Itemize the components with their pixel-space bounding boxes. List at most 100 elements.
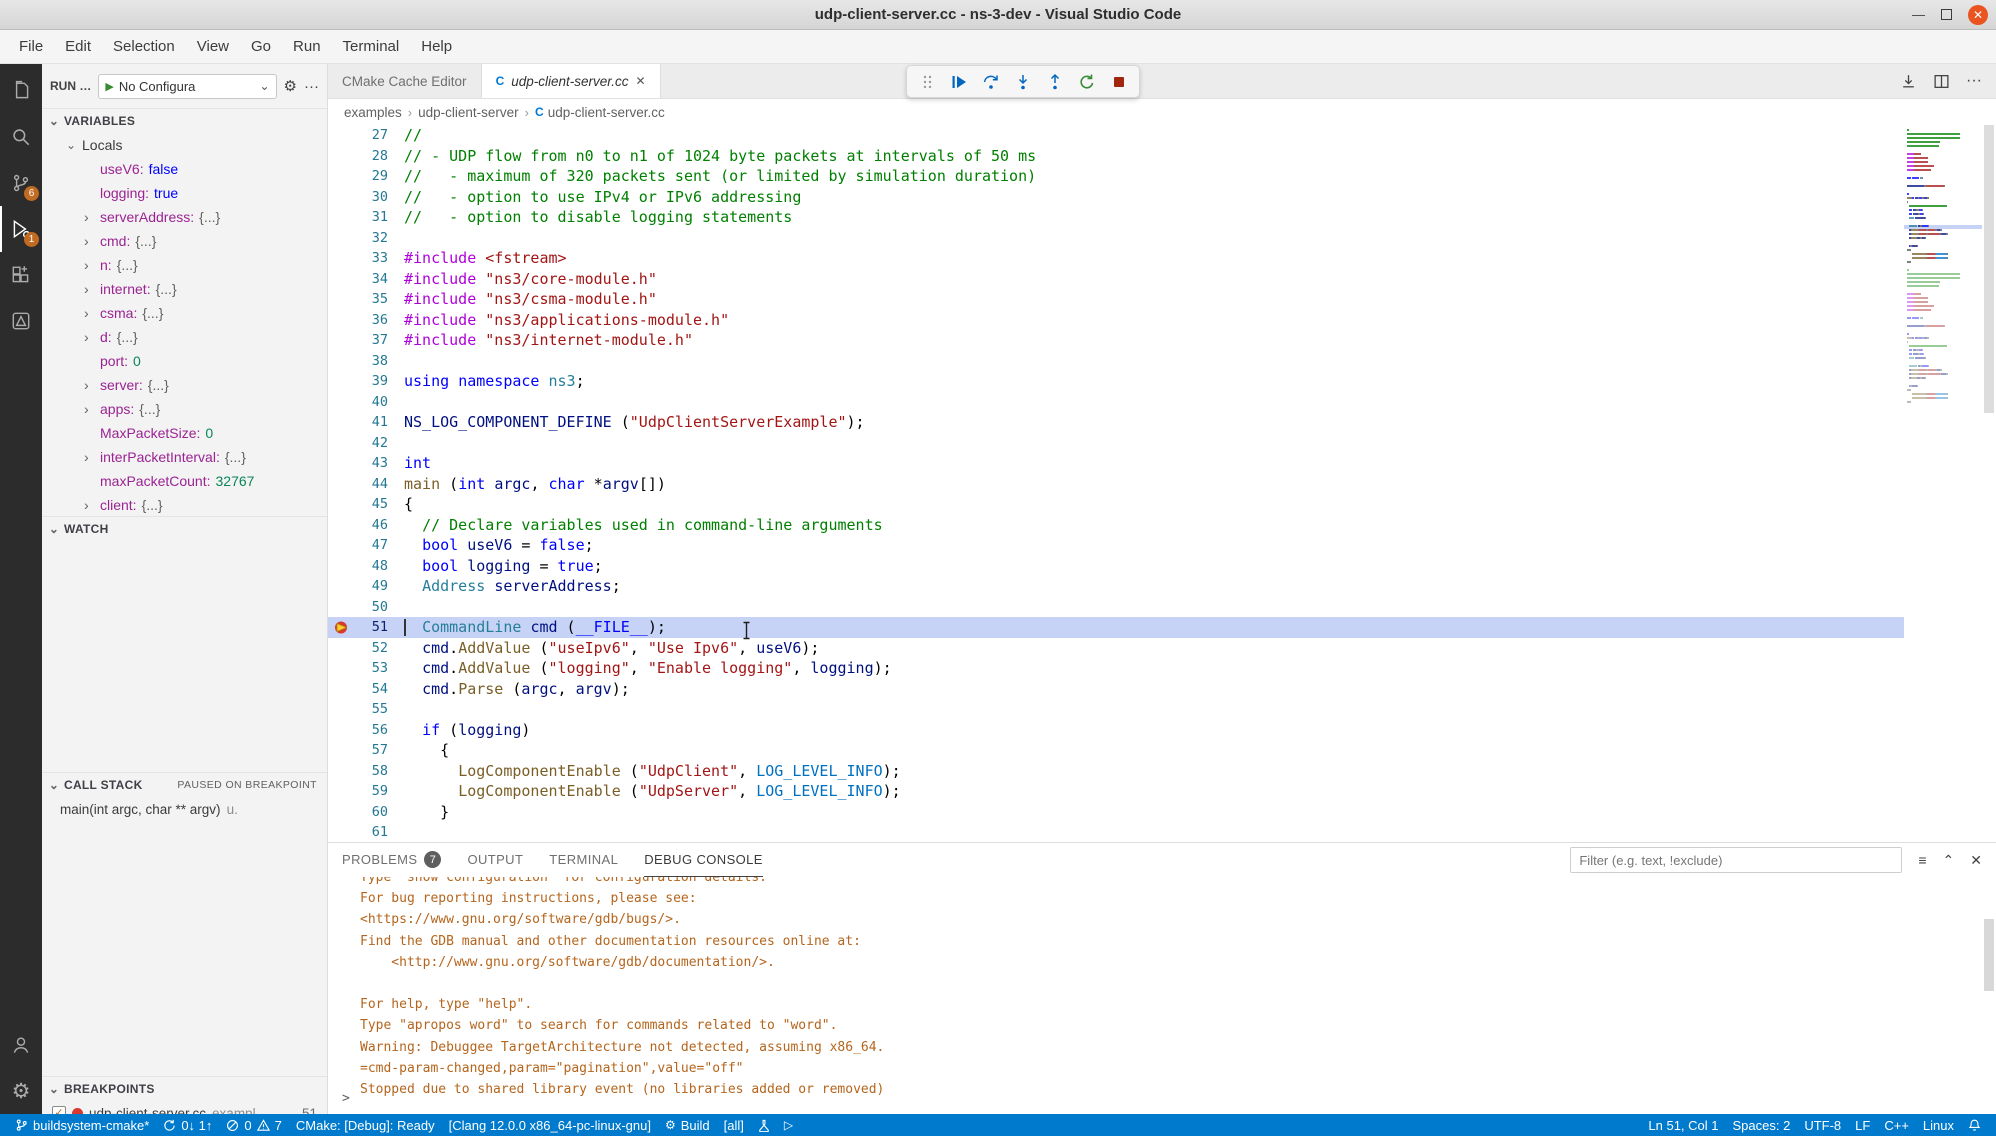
variable-row-csma[interactable]: ›csma:{...} — [42, 301, 327, 325]
restart-button[interactable] — [1075, 70, 1099, 94]
debug-configure-gear-icon[interactable]: ⚙ — [284, 77, 297, 95]
open-changes-icon[interactable] — [1900, 73, 1917, 90]
launch-item[interactable]: ▷ — [777, 1114, 800, 1136]
variable-row-cmd[interactable]: ›cmd:{...} — [42, 229, 327, 253]
code-text[interactable]: LogComponentEnable ("UdpClient", LOG_LEV… — [388, 762, 901, 780]
chevron-right-icon[interactable]: › — [84, 281, 89, 297]
split-editor-icon[interactable] — [1933, 73, 1950, 90]
breakpoints-section-header[interactable]: ⌄ BREAKPOINTS — [42, 1077, 327, 1101]
variable-row-MaxPacketSize[interactable]: MaxPacketSize:0 — [42, 421, 327, 445]
line-number[interactable]: 61 — [354, 824, 388, 840]
tab-debug-console[interactable]: DEBUG CONSOLE — [644, 843, 763, 877]
step-over-button[interactable] — [979, 70, 1003, 94]
notifications-item[interactable] — [1961, 1114, 1988, 1136]
current-line-breakpoint-icon[interactable] — [328, 619, 354, 636]
line-number[interactable]: 57 — [354, 742, 388, 758]
git-branch-item[interactable]: buildsystem-cmake* — [8, 1114, 156, 1136]
maximize-panel-icon[interactable]: ⌃ — [1943, 852, 1955, 869]
menu-item-view[interactable]: View — [186, 33, 240, 60]
close-panel-icon[interactable]: ✕ — [1970, 852, 1982, 869]
code-text[interactable]: #include "ns3/internet-module.h" — [388, 331, 693, 349]
build-target-item[interactable]: [all] — [717, 1114, 751, 1136]
menu-item-run[interactable]: Run — [282, 33, 332, 60]
menu-item-edit[interactable]: Edit — [54, 33, 102, 60]
line-number[interactable]: 33 — [354, 250, 388, 266]
variable-row-client[interactable]: ›client:{...} — [42, 493, 327, 516]
code-text[interactable]: Address serverAddress; — [388, 577, 621, 595]
step-out-button[interactable] — [1043, 70, 1067, 94]
line-number[interactable]: 41 — [354, 414, 388, 430]
code-text[interactable]: cmd.AddValue ("useIpv6", "Use Ipv6", use… — [388, 639, 819, 657]
close-button[interactable]: ✕ — [1968, 5, 1988, 25]
code-text[interactable]: CommandLine cmd (__FILE__); — [388, 618, 666, 636]
breadcrumb-item[interactable]: udp-client-server — [418, 105, 519, 120]
chevron-right-icon[interactable]: › — [84, 329, 89, 345]
line-number[interactable]: 59 — [354, 783, 388, 799]
menu-item-go[interactable]: Go — [240, 33, 282, 60]
code-text[interactable]: // - UDP flow from n0 to n1 of 1024 byte… — [388, 147, 1036, 165]
line-number[interactable]: 36 — [354, 312, 388, 328]
console-prompt[interactable]: > — [342, 1091, 350, 1106]
code-text[interactable]: // — [388, 126, 422, 144]
variable-row-apps[interactable]: ›apps:{...} — [42, 397, 327, 421]
chevron-right-icon[interactable]: › — [84, 377, 89, 393]
indentation-item[interactable]: Spaces: 2 — [1726, 1114, 1798, 1136]
line-number[interactable]: 35 — [354, 291, 388, 307]
code-text[interactable]: LogComponentEnable ("UdpServer", LOG_LEV… — [388, 782, 901, 800]
code-text[interactable]: #include "ns3/csma-module.h" — [388, 290, 657, 308]
line-number[interactable]: 32 — [354, 230, 388, 246]
more-actions-icon[interactable]: ··· — [1966, 72, 1982, 90]
line-number[interactable]: 52 — [354, 640, 388, 656]
step-into-button[interactable] — [1011, 70, 1035, 94]
line-number[interactable]: 38 — [354, 353, 388, 369]
collapse-all-icon[interactable]: ≡ — [1918, 852, 1926, 868]
breakpoint-checkbox[interactable]: ✓ — [52, 1106, 66, 1114]
code-text[interactable]: main (int argc, char *argv[]) — [388, 475, 666, 493]
problems-item[interactable]: 0 7 — [219, 1114, 288, 1136]
variable-row-serverAddress[interactable]: ›serverAddress:{...} — [42, 205, 327, 229]
line-number[interactable]: 28 — [354, 148, 388, 164]
tab-udp-client-server[interactable]: C udp-client-server.cc ✕ — [482, 64, 661, 98]
code-text[interactable]: NS_LOG_COMPONENT_DEFINE ("UdpClientServe… — [388, 413, 865, 431]
language-mode-item[interactable]: C++ — [1877, 1114, 1916, 1136]
code-text[interactable]: } — [388, 803, 449, 821]
chevron-right-icon[interactable]: › — [84, 233, 89, 249]
explorer-icon[interactable] — [0, 68, 42, 114]
toolbar-drag-handle[interactable] — [915, 70, 939, 94]
breadcrumb-item[interactable]: udp-client-server.cc — [548, 105, 665, 120]
line-number[interactable]: 29 — [354, 168, 388, 184]
variable-row-n[interactable]: ›n:{...} — [42, 253, 327, 277]
menu-item-file[interactable]: File — [8, 33, 54, 60]
variable-row-port[interactable]: port:0 — [42, 349, 327, 373]
remote-os-item[interactable]: Linux — [1916, 1114, 1961, 1136]
variable-row-internet[interactable]: ›internet:{...} — [42, 277, 327, 301]
line-number[interactable]: 30 — [354, 189, 388, 205]
line-number[interactable]: 49 — [354, 578, 388, 594]
breadcrumb-item[interactable]: examples — [344, 105, 402, 120]
cursor-position-item[interactable]: Ln 51, Col 1 — [1641, 1114, 1725, 1136]
variable-row-maxPacketCount[interactable]: maxPacketCount:32767 — [42, 469, 327, 493]
line-number[interactable]: 46 — [354, 517, 388, 533]
line-number[interactable]: 54 — [354, 681, 388, 697]
variable-row-d[interactable]: ›d:{...} — [42, 325, 327, 349]
code-text[interactable]: int — [388, 454, 431, 472]
editor-scrollbar[interactable] — [1982, 125, 1996, 842]
tab-output[interactable]: OUTPUT — [467, 843, 523, 877]
locals-scope-row[interactable]: ⌄ Locals — [42, 133, 327, 157]
sync-item[interactable]: 0↓ 1↑ — [156, 1114, 219, 1136]
variable-row-useV6[interactable]: useV6:false — [42, 157, 327, 181]
code-text[interactable]: #include "ns3/core-module.h" — [388, 270, 657, 288]
code-text[interactable]: bool logging = true; — [388, 557, 603, 575]
code-text[interactable]: // Declare variables used in command-lin… — [388, 516, 883, 534]
line-number[interactable]: 50 — [354, 599, 388, 615]
maximize-button[interactable] — [1941, 9, 1952, 20]
line-number[interactable]: 56 — [354, 722, 388, 738]
line-number[interactable]: 55 — [354, 701, 388, 717]
chevron-right-icon[interactable]: › — [84, 305, 89, 321]
variable-row-server[interactable]: ›server:{...} — [42, 373, 327, 397]
test-item[interactable] — [751, 1114, 777, 1136]
code-text[interactable]: { — [388, 741, 449, 759]
minimap[interactable] — [1904, 125, 1982, 842]
panel-scrollbar-thumb[interactable] — [1984, 919, 1994, 991]
menu-item-terminal[interactable]: Terminal — [332, 33, 411, 60]
